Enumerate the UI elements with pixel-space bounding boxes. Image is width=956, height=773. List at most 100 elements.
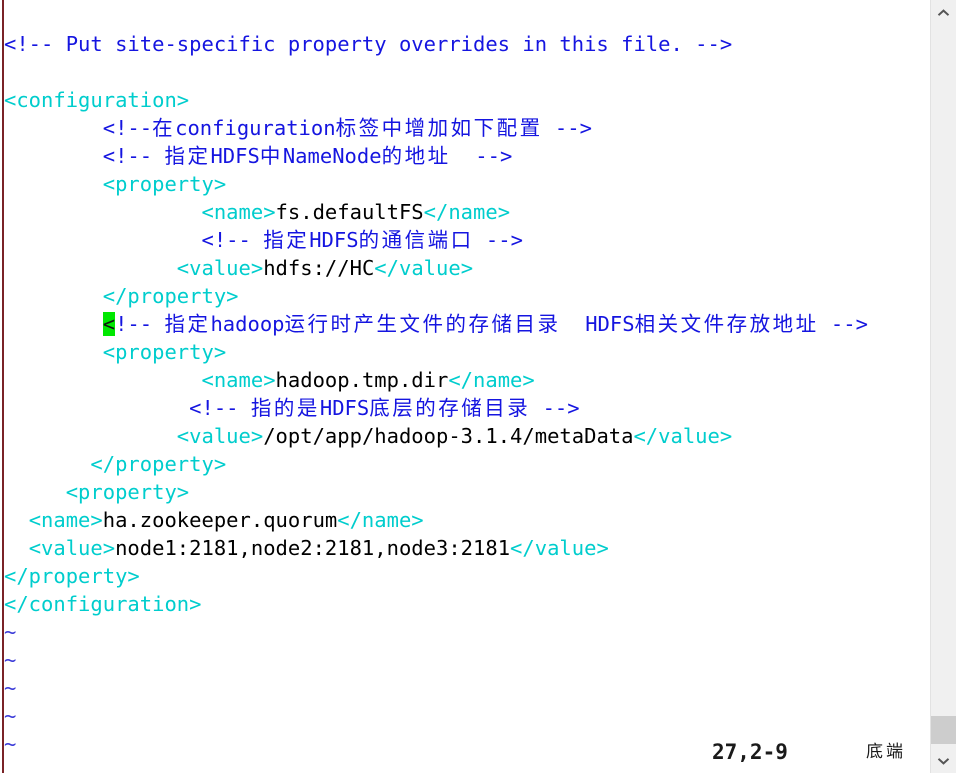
code-line[interactable]: </property>: [4, 450, 924, 478]
code-line[interactable]: <value>hdfs://HC</value>: [4, 254, 924, 282]
code-line[interactable]: <name>ha.zookeeper.quorum</name>: [4, 506, 924, 534]
code-segment: </value>: [374, 256, 474, 280]
code-segment: 指的是: [250, 396, 320, 420]
code-segment: <!--: [189, 396, 251, 420]
code-segment: <value>: [176, 424, 264, 448]
code-segment: 指定: [164, 144, 211, 168]
code-segment: -->: [530, 396, 580, 420]
code-line[interactable]: ~: [4, 618, 924, 646]
text-editor-pane[interactable]: <!-- Put site-specific property override…: [0, 0, 930, 773]
code-line[interactable]: [4, 58, 924, 86]
chevron-down-icon: [937, 757, 950, 765]
code-line[interactable]: <!-- 指的是HDFS底层的存储目录 -->: [4, 394, 924, 422]
code-segment: </configuration>: [4, 592, 202, 616]
code-segment: <!--: [102, 144, 165, 168]
scroll-position-indicator: 底端: [866, 742, 906, 762]
code-line[interactable]: <value>/opt/app/hadoop-3.1.4/metaData</v…: [4, 422, 924, 450]
code-line[interactable]: <name>hadoop.tmp.dir</name>: [4, 366, 924, 394]
code-segment: </property>: [4, 564, 140, 588]
code-segment: hadoop.tmp.dir: [275, 368, 449, 392]
code-line[interactable]: <property>: [4, 338, 924, 366]
code-segment: 在: [152, 116, 176, 140]
code-segment: </property>: [102, 284, 239, 308]
code-line[interactable]: <property>: [4, 478, 924, 506]
code-segment: -->: [818, 312, 868, 336]
editor-window: <!-- Put site-specific property override…: [0, 0, 956, 773]
code-segment: 运行时产生文件的存储目录: [284, 312, 561, 336]
code-segment: ~: [4, 648, 17, 672]
scroll-down-button[interactable]: [931, 748, 956, 773]
scroll-up-button[interactable]: [931, 0, 956, 25]
code-line[interactable]: <!-- Put site-specific property override…: [4, 30, 924, 58]
scrollbar-thumb[interactable]: [931, 716, 956, 744]
code-segment: ~: [4, 704, 17, 728]
code-segment: </name>: [337, 508, 424, 532]
code-segment: !--: [115, 312, 165, 336]
code-segment: 标签中增加如下配置: [335, 116, 543, 140]
code-segment: <property>: [102, 172, 227, 196]
code-segment: -->: [450, 144, 513, 168]
code-segment: </name>: [448, 368, 535, 392]
code-line[interactable]: </configuration>: [4, 590, 924, 618]
code-line[interactable]: <name>fs.defaultFS</name>: [4, 198, 924, 226]
code-segment: ha.zookeeper.quorum: [102, 508, 338, 532]
code-segment: -->: [473, 228, 523, 252]
chevron-up-icon: [937, 8, 950, 17]
code-line[interactable]: ~: [4, 646, 924, 674]
code-segment: -->: [542, 116, 592, 140]
code-segment: 指定: [263, 228, 310, 252]
code-segment: <configuration>: [4, 88, 190, 112]
code-segment: <property>: [102, 340, 227, 364]
code-line[interactable]: <property>: [4, 170, 924, 198]
code-segment: HDFS: [309, 228, 359, 252]
code-segment: <name>: [201, 368, 276, 392]
code-line[interactable]: <configuration>: [4, 86, 924, 114]
code-segment: <name>: [28, 508, 103, 532]
code-segment: <value>: [176, 256, 264, 280]
code-segment: 底层的存储目录: [369, 396, 531, 420]
code-line[interactable]: <!-- 指定HDFS中NameNode的地址 -->: [4, 142, 924, 170]
code-segment: HDFS: [585, 312, 635, 336]
code-segment: <property>: [65, 480, 190, 504]
code-segment: 指定: [164, 312, 211, 336]
cursor-position-indicator: 27,2-9: [712, 740, 788, 764]
code-segment: 中: [259, 144, 283, 168]
code-line[interactable]: ~: [4, 674, 924, 702]
code-line[interactable]: <!-- 指定HDFS的通信端口 -->: [4, 226, 924, 254]
code-segment: <value>: [28, 536, 116, 560]
code-segment: <!-- Put site-specific property override…: [4, 32, 733, 56]
code-segment: <name>: [201, 200, 276, 224]
code-segment: fs.defaultFS: [275, 200, 424, 224]
code-lines-container[interactable]: <!-- Put site-specific property override…: [4, 30, 924, 758]
code-segment: 的通信端口: [358, 228, 474, 252]
code-segment: hadoop: [210, 312, 285, 336]
code-line[interactable]: <value>node1:2181,node2:2181,node3:2181<…: [4, 534, 924, 562]
code-segment: <!--: [102, 116, 153, 140]
vertical-scrollbar[interactable]: [930, 0, 956, 773]
code-line[interactable]: ~: [4, 702, 924, 730]
code-segment: hdfs://HC: [263, 256, 375, 280]
code-segment: /opt/app/hadoop-3.1.4/metaData: [263, 424, 634, 448]
code-segment: 的地址: [381, 144, 451, 168]
code-line[interactable]: </property>: [4, 562, 924, 590]
code-segment: </name>: [423, 200, 511, 224]
code-line[interactable]: <!--在configuration标签中增加如下配置 -->: [4, 114, 924, 142]
code-segment: HDFS: [210, 144, 260, 168]
code-line[interactable]: <!-- 指定hadoop运行时产生文件的存储目录 HDFS相关文件存放地址 -…: [4, 310, 924, 338]
code-segment: HDFS: [319, 396, 370, 420]
code-segment: configuration: [175, 116, 336, 140]
code-segment: node1:2181,node2:2181,node3:2181: [115, 536, 511, 560]
code-line[interactable]: </property>: [4, 282, 924, 310]
